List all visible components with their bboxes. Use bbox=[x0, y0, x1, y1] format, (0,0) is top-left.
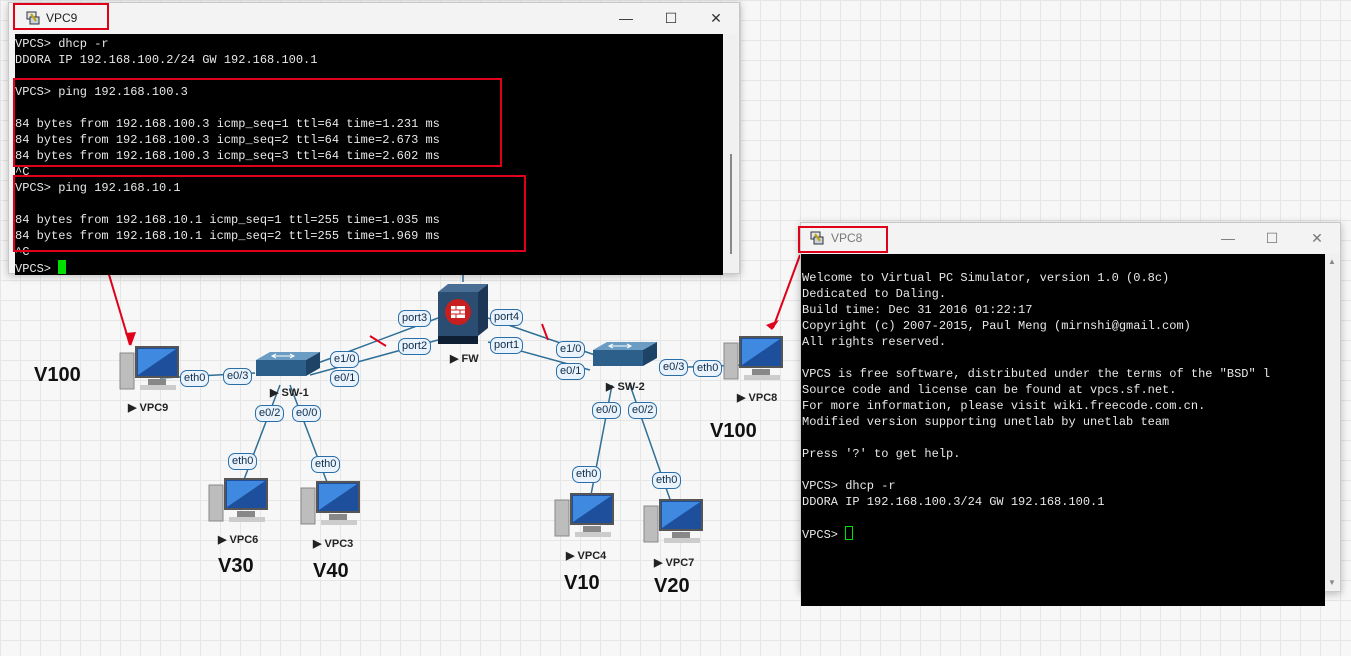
vpc7-node[interactable] bbox=[642, 498, 704, 546]
vpc3-label: ▶ VPC3 bbox=[313, 538, 354, 550]
port-label: port3 bbox=[398, 310, 432, 327]
vpc8-window[interactable]: VPC8 — ☐ ✕ Welcome to Virtual PC Simulat… bbox=[800, 222, 1341, 606]
vpc3-node[interactable] bbox=[299, 480, 361, 528]
scrollbar[interactable]: ▲ ▼ bbox=[1325, 254, 1339, 590]
vpc4-node[interactable] bbox=[553, 492, 615, 540]
sw2-node[interactable] bbox=[587, 340, 659, 374]
annotation-box-vpc9-title bbox=[13, 3, 109, 30]
port-label: eth0 bbox=[652, 472, 682, 489]
terminal-line: DDORA IP 192.168.100.3/24 GW 192.168.100… bbox=[802, 495, 1105, 509]
port-label: e1/0 bbox=[556, 341, 586, 358]
vpc8-node[interactable] bbox=[722, 335, 784, 383]
minimize-button[interactable]: — bbox=[614, 7, 638, 29]
port-label: e0/1 bbox=[330, 370, 360, 387]
terminal-line: Source code and license can be found at … bbox=[802, 383, 1177, 397]
vlan-label-vpc4: V10 bbox=[564, 572, 600, 594]
switch-icon bbox=[593, 342, 657, 366]
port-label: eth0 bbox=[311, 456, 341, 473]
annotation-box-vpc8-title bbox=[798, 226, 888, 253]
terminal-line: Copyright (c) 2007-2015, Paul Meng (mirn… bbox=[802, 319, 1191, 333]
vlan-label-vpc7: V20 bbox=[654, 575, 690, 597]
pc-icon bbox=[723, 336, 783, 380]
vpc6-node[interactable] bbox=[207, 477, 269, 525]
minimize-button[interactable]: — bbox=[1216, 227, 1240, 249]
vlan-label-vpc6: V30 bbox=[218, 555, 254, 577]
pc-icon bbox=[554, 493, 614, 537]
switch-icon bbox=[256, 352, 320, 376]
firewall-icon bbox=[438, 284, 488, 344]
sw2-label: ▶ SW-2 bbox=[606, 381, 645, 393]
vpc9-node[interactable] bbox=[118, 345, 180, 393]
terminal-line: VPCS> dhcp -r bbox=[802, 479, 896, 493]
pc-icon bbox=[208, 478, 268, 522]
maximize-button[interactable]: ☐ bbox=[659, 7, 683, 29]
sw1-node[interactable] bbox=[250, 350, 322, 384]
vlan-label-vpc8: V100 bbox=[710, 420, 757, 442]
terminal-line: All rights reserved. bbox=[802, 335, 947, 349]
terminal-line: Welcome to Virtual PC Simulator, version… bbox=[802, 271, 1170, 285]
port-label: e0/2 bbox=[255, 405, 285, 422]
vpc8-label: ▶ VPC8 bbox=[737, 392, 778, 404]
pc-icon bbox=[643, 499, 703, 543]
title-bar[interactable]: VPC9 — ☐ ✕ bbox=[9, 3, 739, 33]
vlan-label-vpc3: V40 bbox=[313, 560, 349, 582]
pc-icon bbox=[119, 346, 179, 390]
close-button[interactable]: ✕ bbox=[1305, 227, 1329, 249]
terminal-prompt[interactable]: VPCS> bbox=[15, 260, 723, 275]
port-label: eth0 bbox=[228, 453, 258, 470]
scroll-down-arrow[interactable]: ▼ bbox=[1328, 578, 1336, 587]
vlan-label-vpc9: V100 bbox=[34, 364, 81, 386]
port-label: e0/0 bbox=[292, 405, 322, 422]
terminal-line: Press '?' to get help. bbox=[802, 447, 961, 461]
terminal-line: Build time: Dec 31 2016 01:22:17 bbox=[802, 303, 1033, 317]
port-label: eth0 bbox=[572, 466, 602, 483]
vpc6-label: ▶ VPC6 bbox=[218, 534, 259, 546]
port-label: eth0 bbox=[180, 370, 210, 387]
terminal-line: VPCS is free software, distributed under… bbox=[802, 367, 1271, 381]
port-label: eth0 bbox=[693, 360, 723, 377]
scrollbar[interactable] bbox=[724, 34, 738, 273]
port-label: port2 bbox=[398, 338, 432, 355]
port-label: e1/0 bbox=[330, 351, 360, 368]
terminal-line: Modified version supporting unetlab by u… bbox=[802, 415, 1170, 429]
terminal-line: Dedicated to Daling. bbox=[802, 287, 947, 301]
annotation-box-ping-gateway bbox=[13, 175, 526, 252]
prompt-text: VPCS> bbox=[15, 262, 59, 275]
terminal-line: For more information, please visit wiki.… bbox=[802, 399, 1206, 413]
terminal-prompt[interactable]: VPCS> bbox=[802, 526, 1325, 542]
port-label: port4 bbox=[490, 309, 524, 326]
port-label: e0/0 bbox=[592, 402, 622, 419]
terminal-line: VPCS> dhcp -r bbox=[15, 37, 109, 51]
scrollbar-thumb[interactable] bbox=[730, 154, 732, 254]
vpc7-label: ▶ VPC7 bbox=[654, 557, 695, 569]
terminal-output[interactable]: Welcome to Virtual PC Simulator, version… bbox=[801, 254, 1325, 606]
prompt-text: VPCS> bbox=[802, 528, 846, 542]
fw-node[interactable] bbox=[436, 282, 490, 346]
text-cursor bbox=[58, 260, 67, 274]
annotation-box-ping-vpc8 bbox=[13, 78, 502, 167]
fw-label: ▶ FW bbox=[450, 353, 479, 365]
port-label: e0/2 bbox=[628, 402, 658, 419]
scroll-up-arrow[interactable]: ▲ bbox=[1328, 257, 1336, 266]
text-cursor bbox=[845, 526, 854, 540]
port-label: e0/3 bbox=[223, 368, 253, 385]
port-label: port1 bbox=[490, 337, 524, 354]
close-button[interactable]: ✕ bbox=[704, 7, 728, 29]
terminal-line: DDORA IP 192.168.100.2/24 GW 192.168.100… bbox=[15, 53, 318, 67]
maximize-button[interactable]: ☐ bbox=[1260, 227, 1284, 249]
vpc9-label: ▶ VPC9 bbox=[128, 402, 169, 414]
port-label: e0/1 bbox=[556, 363, 586, 380]
vpc4-label: ▶ VPC4 bbox=[566, 550, 607, 562]
port-label: e0/3 bbox=[659, 359, 689, 376]
sw1-label: ▶ SW-1 bbox=[270, 387, 309, 399]
pc-icon bbox=[300, 481, 360, 525]
